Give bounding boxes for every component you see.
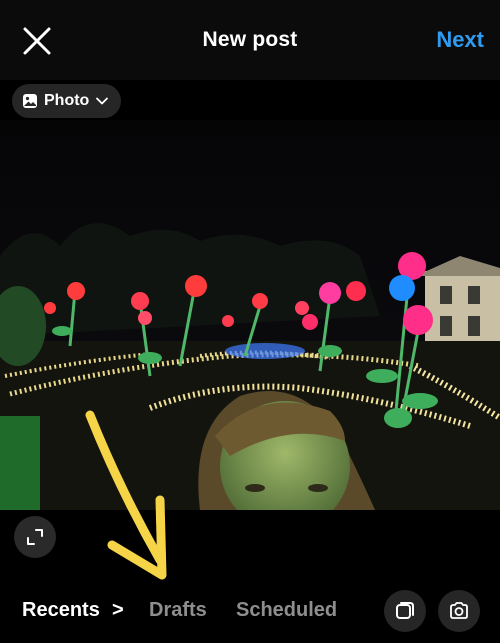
top-bar: New post Next: [0, 0, 500, 80]
expand-button[interactable]: [14, 516, 56, 558]
recents-chevron[interactable]: >: [112, 599, 124, 622]
camera-icon: [450, 602, 468, 619]
gallery-bar: Recents > Drafts Scheduled: [0, 585, 500, 643]
preview-image: [0, 136, 500, 510]
multi-select-button[interactable]: [384, 590, 426, 632]
tab-recents[interactable]: Recents: [22, 599, 100, 622]
tab-scheduled[interactable]: Scheduled: [236, 599, 337, 622]
next-button[interactable]: Next: [436, 27, 484, 53]
photo-icon: [23, 94, 37, 108]
tab-drafts[interactable]: Drafts: [149, 599, 207, 622]
preview-gap: [0, 120, 500, 136]
post-type-selector[interactable]: Photo: [12, 84, 122, 118]
multi-select-icon: [396, 602, 414, 619]
post-type-label: Photo: [44, 92, 90, 109]
chevron-down-icon: [96, 97, 109, 105]
expand-icon: [27, 529, 43, 545]
photo-preview[interactable]: [0, 136, 500, 510]
page-title: New post: [202, 28, 298, 51]
camera-button[interactable]: [438, 590, 480, 632]
